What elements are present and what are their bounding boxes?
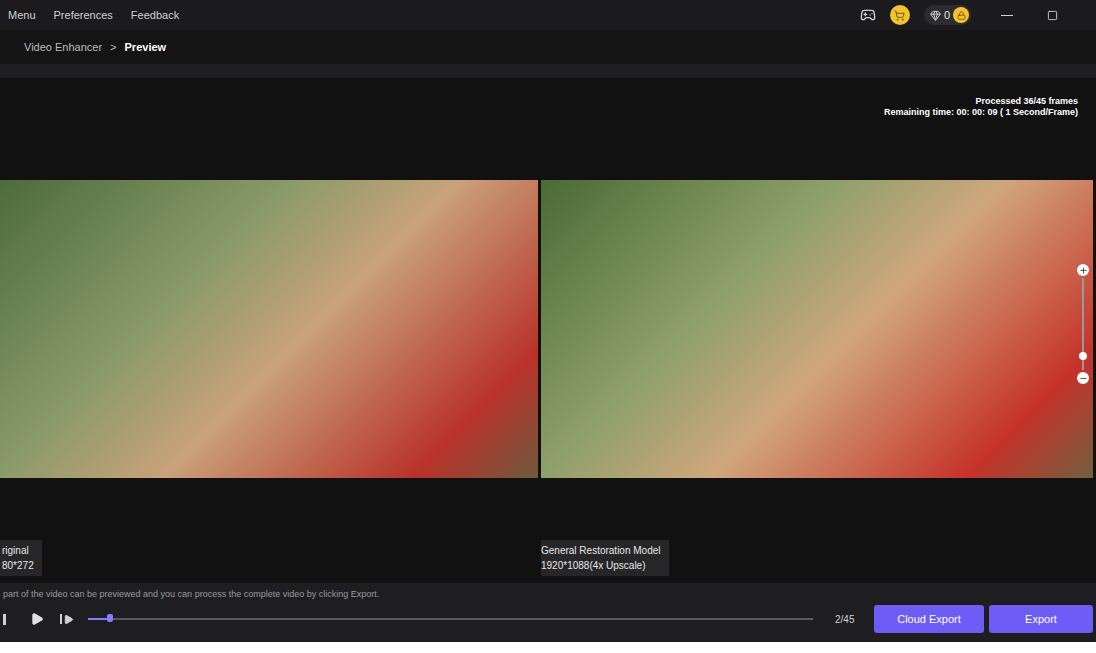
- preview-area: Processed 36/45 framesRemaining time: 00…: [0, 78, 1096, 583]
- breadcrumb-parent[interactable]: Video Enhancer: [24, 39, 102, 56]
- prev-frame-icon[interactable]: [3, 614, 6, 625]
- breadcrumb-separator: >: [110, 39, 116, 56]
- top-bar: Menu Preferences Feedback 0: [0, 0, 1096, 30]
- zoom-slider[interactable]: [1076, 264, 1090, 384]
- play-icon[interactable]: [30, 612, 44, 626]
- labels-row: riginal80*272 General Restoration Model19…: [0, 537, 1096, 576]
- maximize-icon[interactable]: [1047, 10, 1058, 21]
- zoom-out-button[interactable]: [1077, 372, 1089, 384]
- timeline-handle[interactable]: [107, 614, 113, 622]
- controls-row: 2/45 Cloud ExportExport: [0, 605, 1096, 633]
- bottom-panel: part of the video can be previewed and y…: [0, 583, 1096, 642]
- breadcrumb-current: Preview: [125, 39, 167, 56]
- compare-row: [0, 180, 1096, 478]
- menu-item[interactable]: Preferences: [54, 7, 113, 24]
- cart-icon[interactable]: [890, 5, 910, 25]
- processed-text: Processed 36/45 frames: [975, 96, 1078, 107]
- vip-icon: [953, 7, 969, 23]
- zoom-track[interactable]: [1082, 278, 1084, 370]
- plus-icon: [1079, 266, 1088, 275]
- progress-info: Processed 36/45 framesRemaining time: 00…: [0, 78, 1096, 118]
- gem-icon: [930, 10, 941, 21]
- minimize-icon[interactable]: [1001, 15, 1013, 16]
- menu-item[interactable]: Menu: [8, 7, 36, 24]
- app-window: Menu Preferences Feedback 0 Video Enhancer > P…: [0, 0, 1096, 653]
- next-frame-icon[interactable]: [60, 614, 74, 625]
- panel-label: riginal80*272: [0, 540, 42, 576]
- panel-label: General Restoration Model1920*1088(4x Up…: [541, 540, 669, 576]
- timeline-track[interactable]: [88, 618, 813, 620]
- zoom-handle[interactable]: [1079, 352, 1087, 360]
- gem-counter[interactable]: 0: [924, 5, 971, 25]
- original-frame: [0, 180, 538, 478]
- bottom-margin: [0, 642, 1096, 653]
- minus-icon: [1079, 374, 1088, 383]
- export-button[interactable]: Export: [989, 605, 1093, 633]
- cloud-export-button[interactable]: Cloud Export: [874, 605, 984, 633]
- frame-counter: 2/45: [835, 612, 854, 627]
- menu-item[interactable]: Feedback: [131, 7, 179, 24]
- divider-strip: [0, 64, 1096, 78]
- hint-text: part of the video can be previewed and y…: [0, 583, 1096, 600]
- remaining-text: Remaining time: 00: 00: 09 ( 1 Second/Fr…: [884, 107, 1078, 118]
- gamepad-icon[interactable]: [860, 7, 876, 23]
- zoom-in-button[interactable]: [1077, 264, 1089, 276]
- breadcrumb: Video Enhancer > Preview: [0, 30, 1096, 64]
- enhanced-frame: [541, 180, 1093, 478]
